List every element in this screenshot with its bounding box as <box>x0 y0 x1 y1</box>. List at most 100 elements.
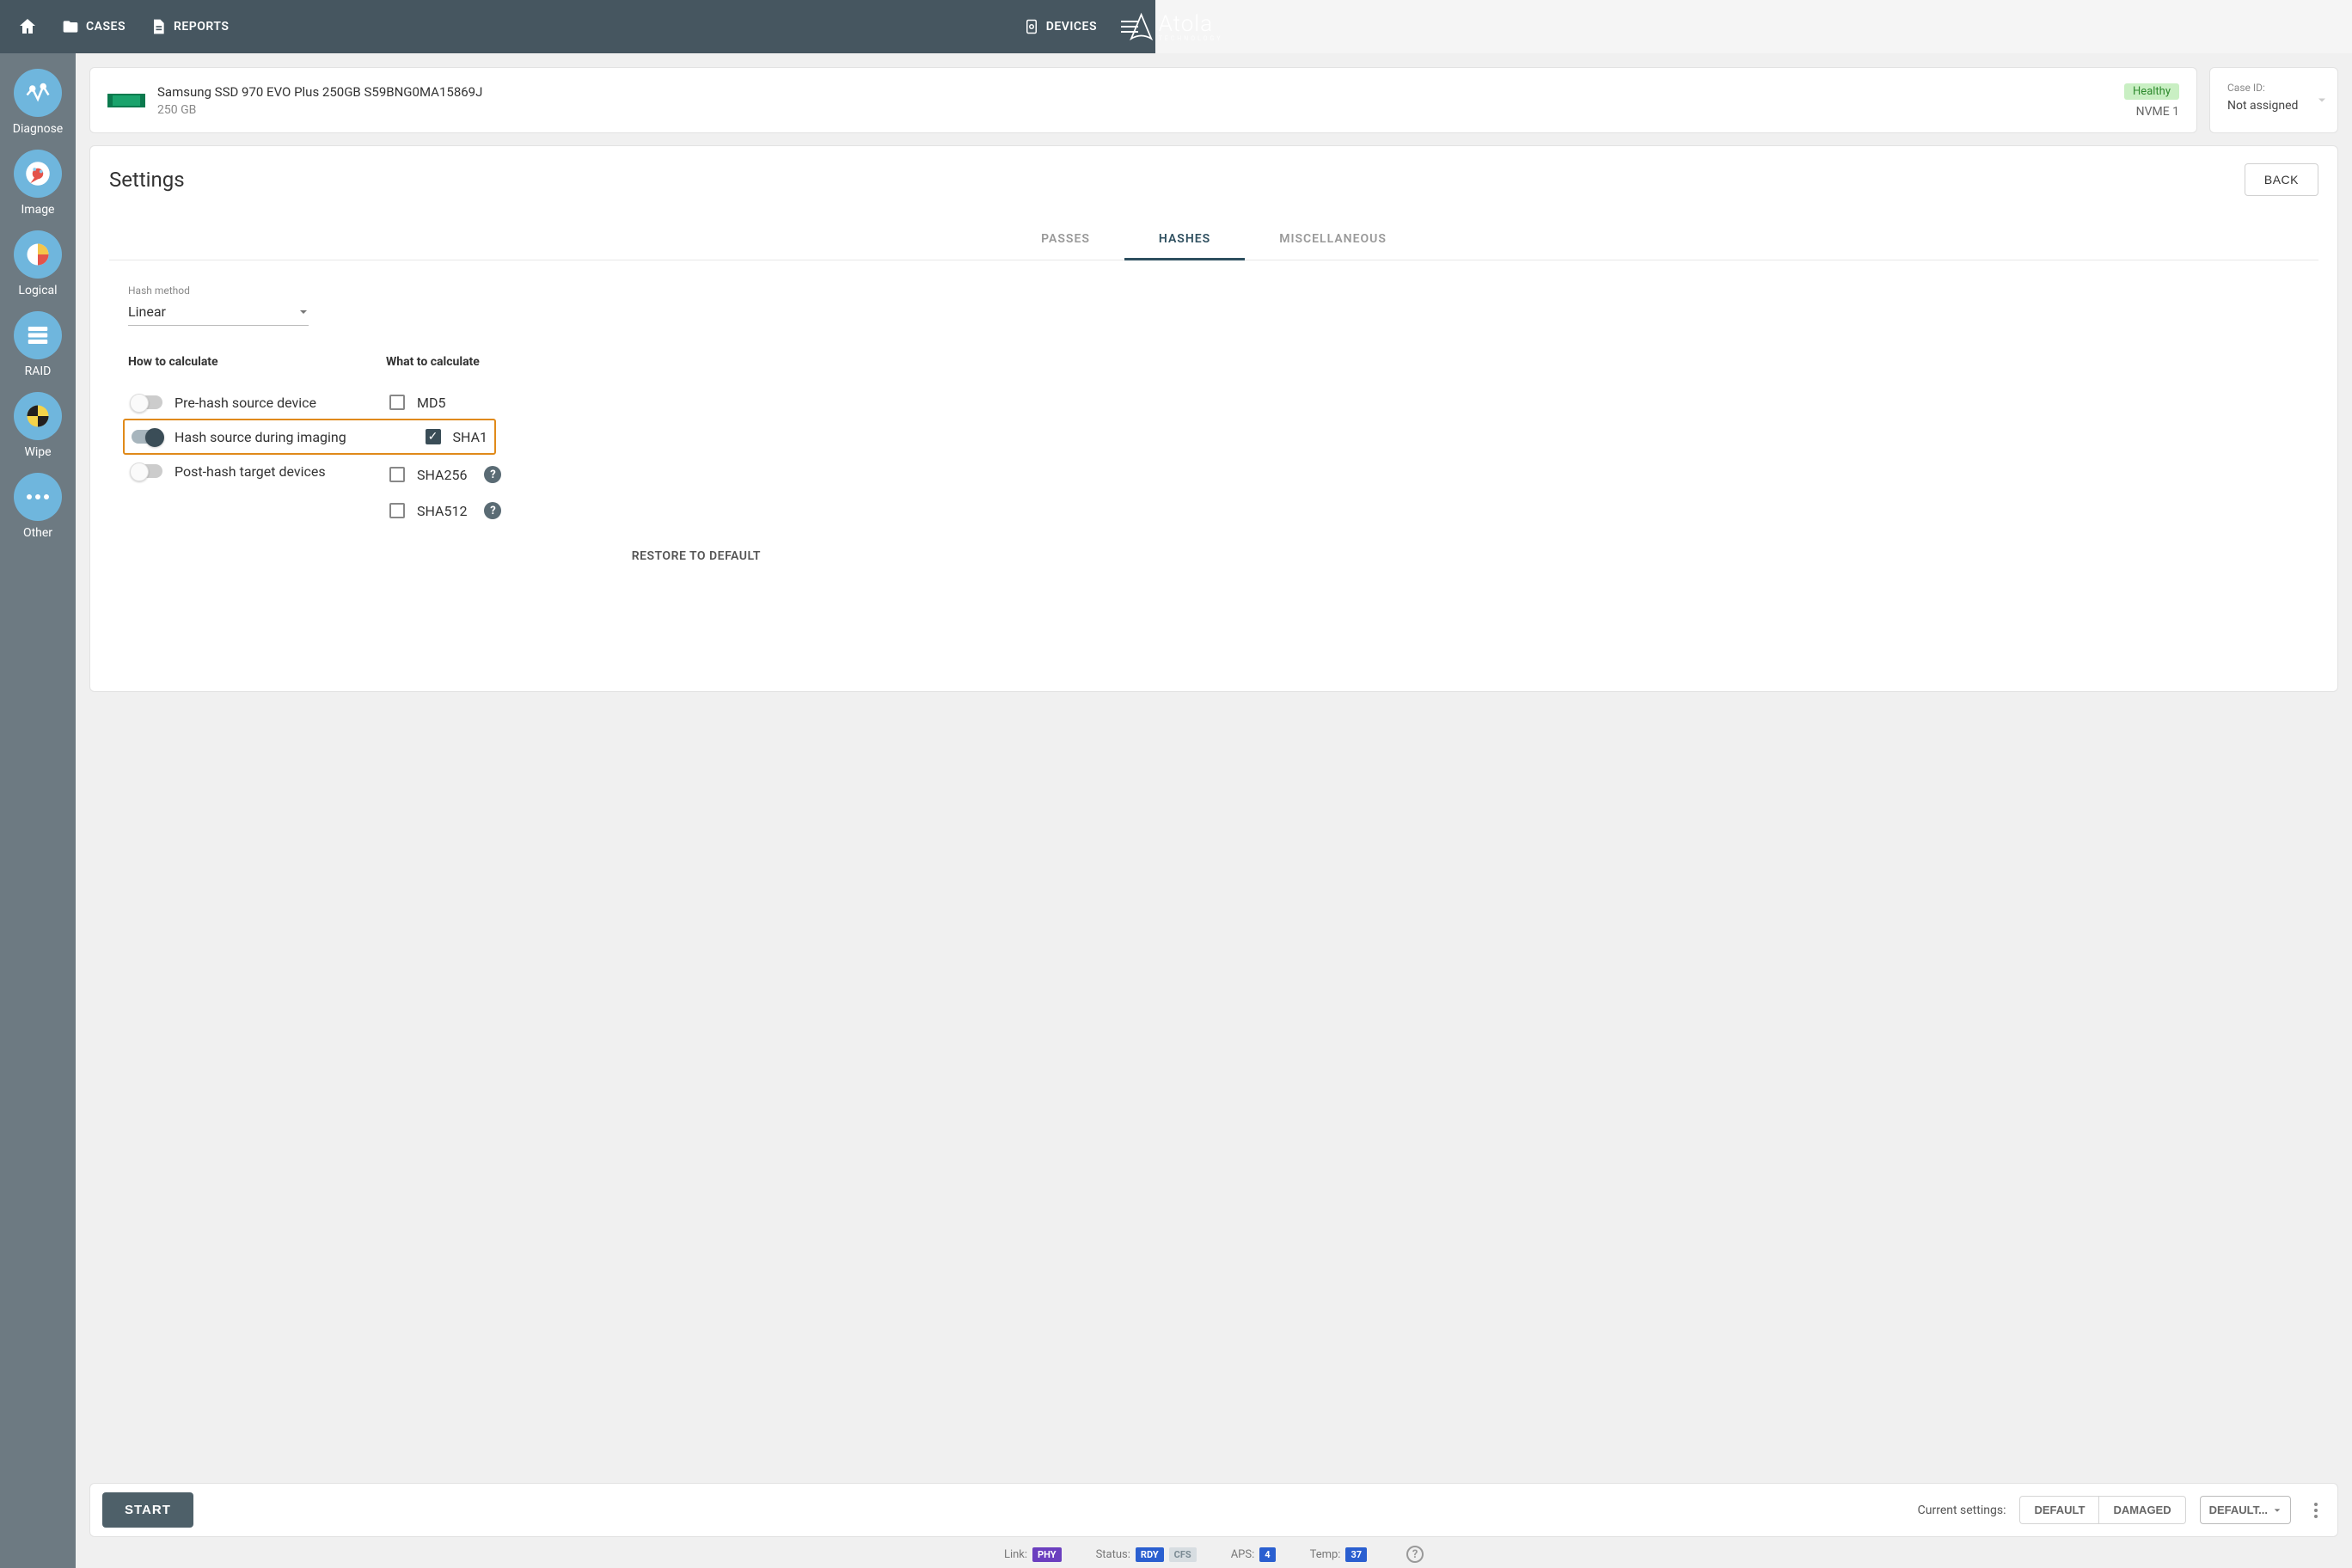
temp-label: Temp: <box>1310 1548 1341 1561</box>
help-icon[interactable]: ? <box>484 502 501 519</box>
nav-reports[interactable]: REPORTS <box>150 18 229 35</box>
tab-hashes[interactable]: HASHES <box>1124 220 1245 260</box>
hash-method-value: Linear <box>128 303 166 320</box>
home-icon[interactable] <box>17 16 38 37</box>
device-name: Samsung SSD 970 EVO Plus 250GB S59BNG0MA… <box>157 84 2112 100</box>
kebab-menu[interactable] <box>2306 1498 2325 1523</box>
device-port: NVME 1 <box>2124 105 2179 119</box>
link-value: PHY <box>1032 1547 1062 1562</box>
chevron-down-icon <box>2317 92 2327 108</box>
toggle-posthash-row: Post-hash target devices <box>128 453 377 489</box>
what-to-calc-label: What to calculate <box>386 355 635 369</box>
aps-label: APS: <box>1231 1548 1255 1561</box>
tabs: PASSES HASHES MISCELLANEOUS <box>109 220 2318 260</box>
settings-default-dropdown[interactable]: DEFAULT... <box>2200 1496 2291 1524</box>
tab-miscellaneous[interactable]: MISCELLANEOUS <box>1245 220 1421 260</box>
default-drop-label: DEFAULT... <box>2209 1504 2268 1516</box>
health-badge: Healthy <box>2124 83 2179 100</box>
diagnose-icon <box>14 69 62 117</box>
toggle-prehash-label: Pre-hash source device <box>175 395 316 411</box>
status-status: Status: RDY CFS <box>1096 1547 1197 1562</box>
brand-sub: TECHNOLOGY <box>1159 35 1223 42</box>
link-label: Link: <box>1004 1548 1027 1561</box>
rail-image[interactable]: Image <box>14 150 62 217</box>
case-card[interactable]: Case ID: Not assigned <box>2209 67 2338 133</box>
hash-method-label: Hash method <box>128 285 761 297</box>
status-aps: APS: 4 <box>1231 1547 1276 1562</box>
rail-other[interactable]: Other <box>14 473 62 540</box>
rail-label: Image <box>21 203 55 217</box>
current-settings-label: Current settings: <box>1918 1504 2006 1517</box>
settings-damaged-button[interactable]: DAMAGED <box>2098 1496 2185 1524</box>
how-to-calc-label: How to calculate <box>128 355 377 369</box>
other-icon <box>14 473 62 521</box>
topbar: CASES REPORTS Atola TECHNOLOGY DEVICES <box>0 0 1155 53</box>
ssd-chip-icon <box>107 94 145 107</box>
nav-cases[interactable]: CASES <box>62 18 126 35</box>
wipe-icon <box>14 392 62 440</box>
check-md5-row: MD5 <box>386 384 635 420</box>
status-link: Link: PHY <box>1004 1547 1062 1562</box>
rail-raid[interactable]: RAID <box>14 311 62 378</box>
rail-diagnose[interactable]: Diagnose <box>13 69 63 136</box>
checkbox-sha512-label: SHA512 <box>417 503 467 519</box>
nav-cases-label: CASES <box>86 20 126 34</box>
hash-method-select[interactable]: Linear <box>128 300 309 326</box>
status-strip: Link: PHY Status: RDY CFS APS: 4 Temp: 3… <box>76 1540 2352 1568</box>
help-icon[interactable]: ? <box>1406 1546 1424 1563</box>
status-label: Status: <box>1096 1548 1130 1561</box>
rail-label: RAID <box>25 364 52 378</box>
toggle-prehash[interactable] <box>132 395 162 409</box>
device-icon <box>1024 19 1039 34</box>
raid-icon <box>14 311 62 359</box>
page-title: Settings <box>109 168 185 192</box>
main-area: Samsung SSD 970 EVO Plus 250GB S59BNG0MA… <box>76 53 2352 1568</box>
checkbox-sha512[interactable] <box>389 503 405 518</box>
nav-devices-label: DEVICES <box>1046 20 1097 34</box>
settings-default-button[interactable]: DEFAULT <box>2019 1496 2098 1524</box>
toggle-during-label: Hash source during imaging <box>175 429 346 445</box>
toggle-prehash-row: Pre-hash source device <box>128 384 377 420</box>
restore-to-default[interactable]: RESTORE TO DEFAULT <box>128 549 761 563</box>
chevron-down-icon <box>2273 1506 2282 1515</box>
rail-wipe[interactable]: Wipe <box>14 392 62 459</box>
case-value: Not assigned <box>2227 99 2320 113</box>
start-button[interactable]: START <box>102 1492 193 1528</box>
settings-card: Settings BACK PASSES HASHES MISCELLANEOU… <box>89 145 2338 692</box>
rail-label: Diagnose <box>13 122 63 136</box>
folder-icon <box>62 18 79 35</box>
nav-reports-label: REPORTS <box>174 20 229 34</box>
brand-logo: Atola TECHNOLOGY <box>1130 11 1223 42</box>
status-cfs: CFS <box>1169 1547 1197 1562</box>
toggle-hash-during-imaging[interactable] <box>132 430 162 444</box>
temp-value: 37 <box>1345 1547 1367 1562</box>
check-sha256-row: SHA256 ? <box>386 456 635 493</box>
checkbox-sha256-label: SHA256 <box>417 467 467 483</box>
help-icon[interactable]: ? <box>484 466 501 483</box>
checkbox-md5[interactable] <box>389 395 405 410</box>
aps-value: 4 <box>1259 1547 1275 1562</box>
status-rdy: RDY <box>1136 1547 1164 1562</box>
document-icon <box>150 18 167 35</box>
brand-name: Atola <box>1159 11 1223 37</box>
rail-label: Other <box>23 526 52 540</box>
checkbox-sha256[interactable] <box>389 467 405 482</box>
check-sha512-row: SHA512 ? <box>386 493 635 529</box>
device-size: 250 GB <box>157 103 2112 117</box>
case-label: Case ID: <box>2227 82 2320 94</box>
image-icon <box>14 150 62 198</box>
rail-logical[interactable]: Logical <box>14 230 62 297</box>
back-button[interactable]: BACK <box>2245 163 2318 196</box>
device-card[interactable]: Samsung SSD 970 EVO Plus 250GB S59BNG0MA… <box>89 67 2197 133</box>
nav-devices[interactable]: DEVICES <box>1024 19 1097 34</box>
tab-passes[interactable]: PASSES <box>1007 220 1124 260</box>
bottom-bar: START Current settings: DEFAULT DAMAGED … <box>89 1483 2338 1537</box>
logical-icon <box>14 230 62 279</box>
status-temp: Temp: 37 <box>1310 1547 1368 1562</box>
left-rail: Diagnose Image Logical RAID Wipe Other <box>0 53 76 1568</box>
rail-label: Logical <box>18 284 57 297</box>
toggle-posthash[interactable] <box>132 464 162 478</box>
chevron-down-icon <box>298 307 309 317</box>
rail-label: Wipe <box>24 445 51 459</box>
checkbox-md5-label: MD5 <box>417 395 445 411</box>
